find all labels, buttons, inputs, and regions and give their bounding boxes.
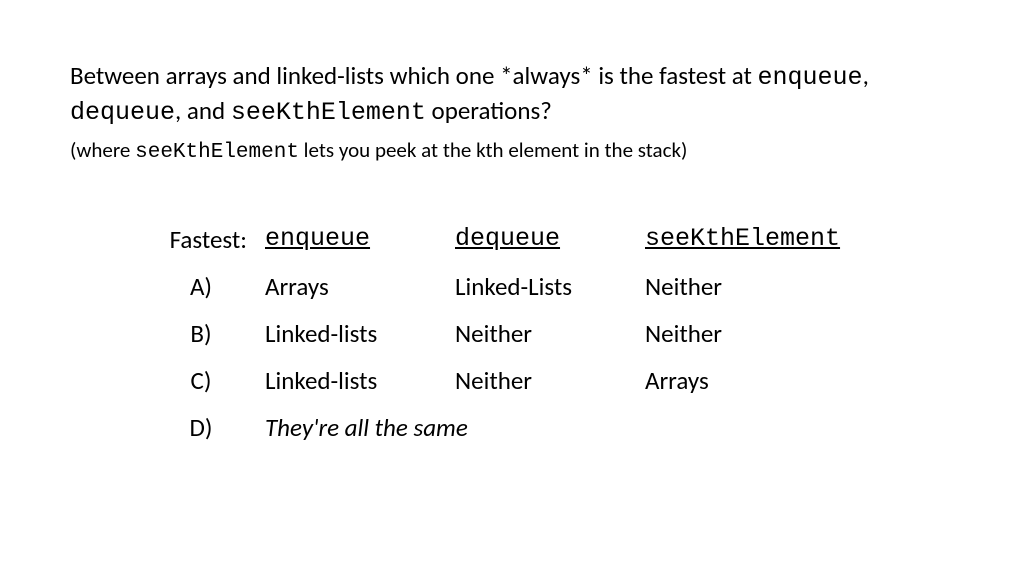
header-enqueue: enqueue	[265, 216, 455, 263]
cell-dequeue: Neither	[455, 310, 645, 357]
cell-dequeue: Linked-Lists	[455, 263, 645, 310]
cell-seek: Neither	[645, 310, 905, 357]
question-suffix: operations?	[426, 95, 552, 126]
row-label: D)	[155, 404, 265, 451]
table-header-row: Fastest: enqueue dequeue seeKthElement	[155, 216, 905, 263]
cell-enqueue: Arrays	[265, 263, 455, 310]
answer-table-wrap: Fastest: enqueue dequeue seeKthElement A…	[70, 216, 954, 451]
header-label: Fastest:	[155, 216, 265, 263]
table-row: A) Arrays Linked-Lists Neither	[155, 263, 905, 310]
subtext-suffix: lets you peek at the kth element in the …	[299, 137, 687, 163]
row-label: A)	[155, 263, 265, 310]
table-row: D) They're all the same	[155, 404, 905, 451]
question-op1: enqueue	[758, 63, 863, 92]
question-prefix: Between arrays and linked-lists which on…	[70, 60, 758, 91]
question-sep1: ,	[863, 60, 869, 91]
cell-seek: Neither	[645, 263, 905, 310]
table-row: B) Linked-lists Neither Neither	[155, 310, 905, 357]
question-sep2: , and	[175, 95, 231, 126]
row-label: C)	[155, 357, 265, 404]
cell-seek: Arrays	[645, 357, 905, 404]
subtext-prefix: (where	[70, 137, 135, 163]
cell-span: They're all the same	[265, 404, 905, 451]
question-op2: dequeue	[70, 98, 175, 127]
question-subtext: (where seeKthElement lets you peek at th…	[70, 137, 954, 166]
table-row: C) Linked-lists Neither Arrays	[155, 357, 905, 404]
header-seek: seeKthElement	[645, 216, 905, 263]
cell-enqueue: Linked-lists	[265, 357, 455, 404]
question-op3: seeKthElement	[231, 98, 426, 127]
subtext-op: seeKthElement	[135, 141, 299, 164]
answer-table: Fastest: enqueue dequeue seeKthElement A…	[155, 216, 905, 451]
question-text: Between arrays and linked-lists which on…	[70, 60, 954, 129]
row-label: B)	[155, 310, 265, 357]
header-dequeue: dequeue	[455, 216, 645, 263]
cell-enqueue: Linked-lists	[265, 310, 455, 357]
cell-dequeue: Neither	[455, 357, 645, 404]
